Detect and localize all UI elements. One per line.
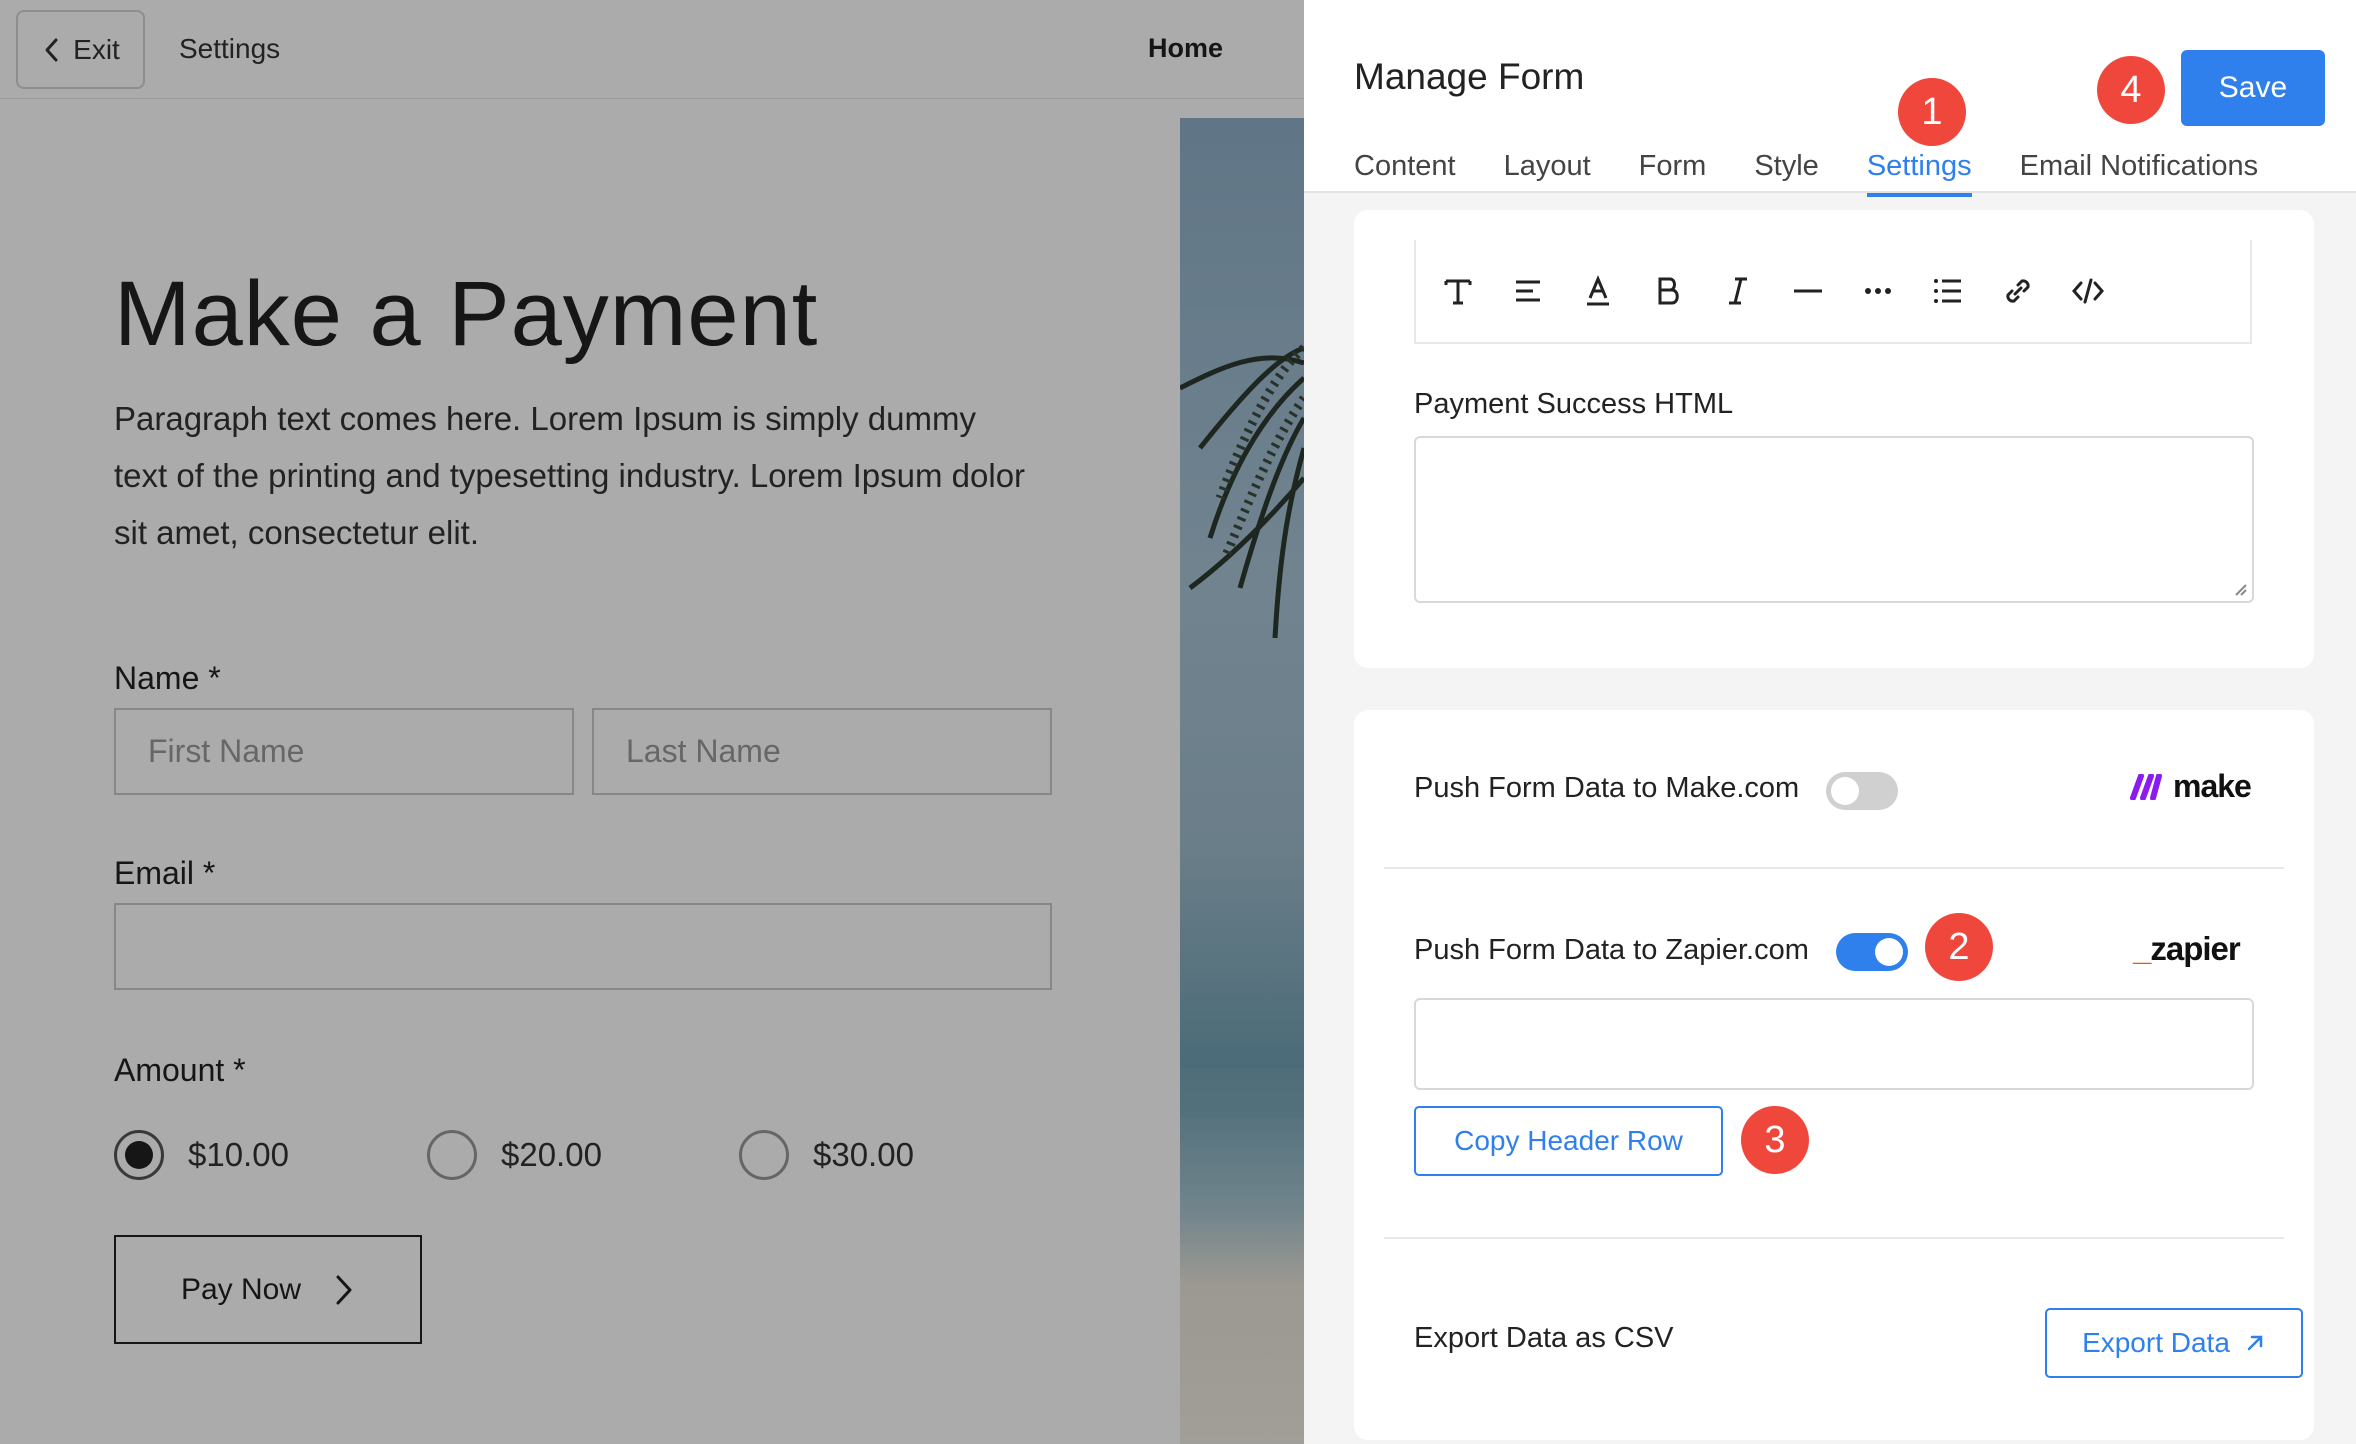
success-html-card: Payment Success HTML (1354, 210, 2314, 668)
step-badge-3: 3 (1741, 1106, 1809, 1174)
link-icon[interactable] (1998, 271, 2038, 311)
tab-style[interactable]: Style (1754, 150, 1818, 193)
export-data-button[interactable]: Export Data (2045, 1308, 2303, 1378)
make-logo: make (2129, 768, 2252, 805)
manage-form-panel: Manage Form Save Content Layout Form Sty… (1304, 0, 2356, 1444)
zapier-toggle[interactable] (1836, 933, 1908, 971)
make-toggle[interactable] (1826, 772, 1898, 810)
resize-grip-icon[interactable] (2230, 579, 2248, 597)
modal-backdrop[interactable] (0, 0, 1304, 1444)
payment-success-textarea[interactable] (1414, 436, 2254, 603)
make-logo-icon (2130, 773, 2162, 800)
divider (1384, 867, 2284, 869)
panel-title: Manage Form (1354, 56, 1585, 97)
step-badge-1: 1 (1898, 78, 1966, 146)
make-logo-text: make (2173, 768, 2252, 804)
list-icon[interactable] (1928, 271, 1968, 311)
bold-icon[interactable] (1648, 271, 1688, 311)
tab-content[interactable]: Content (1354, 150, 1456, 193)
horizontal-rule-icon[interactable] (1788, 271, 1828, 311)
copy-header-row-button[interactable]: Copy Header Row (1414, 1106, 1723, 1176)
integrations-card: Push Form Data to Make.com make Push For… (1354, 710, 2314, 1440)
tab-email-notifications[interactable]: Email Notifications (2020, 150, 2259, 193)
rich-text-toolbar (1414, 240, 2252, 344)
italic-icon[interactable] (1718, 271, 1758, 311)
panel-tabs: Content Layout Form Style Settings Email… (1354, 150, 2259, 197)
tab-form[interactable]: Form (1639, 150, 1707, 193)
zapier-webhook-input[interactable] (1414, 998, 2254, 1090)
panel-header: Manage Form Save Content Layout Form Sty… (1304, 0, 2356, 197)
save-button[interactable]: Save (2181, 50, 2325, 126)
export-csv-label: Export Data as CSV (1414, 1322, 1674, 1354)
zapier-push-label: Push Form Data to Zapier.com (1414, 934, 1809, 966)
export-data-label: Export Data (2082, 1327, 2230, 1358)
step-badge-4: 4 (2097, 56, 2165, 124)
text-style-icon[interactable] (1438, 271, 1478, 311)
code-icon[interactable] (2068, 271, 2108, 311)
payment-success-label: Payment Success HTML (1414, 388, 1734, 420)
make-push-label: Push Form Data to Make.com (1414, 772, 1800, 804)
align-icon[interactable] (1508, 271, 1548, 311)
zapier-logo: _zapier (2133, 930, 2241, 968)
zapier-underscore-mark: _ (2133, 930, 2151, 967)
tab-settings[interactable]: Settings (1866, 150, 1972, 197)
external-arrow-icon (2247, 1335, 2263, 1351)
tab-layout[interactable]: Layout (1504, 150, 1591, 193)
divider (1384, 1237, 2284, 1239)
form-preview: Exit Settings Home Make a Payment Paragr… (0, 0, 1304, 1444)
text-color-icon[interactable] (1578, 271, 1618, 311)
step-badge-2: 2 (1925, 913, 1993, 981)
zapier-logo-text: zapier (2150, 930, 2240, 967)
more-icon[interactable] (1858, 271, 1898, 311)
